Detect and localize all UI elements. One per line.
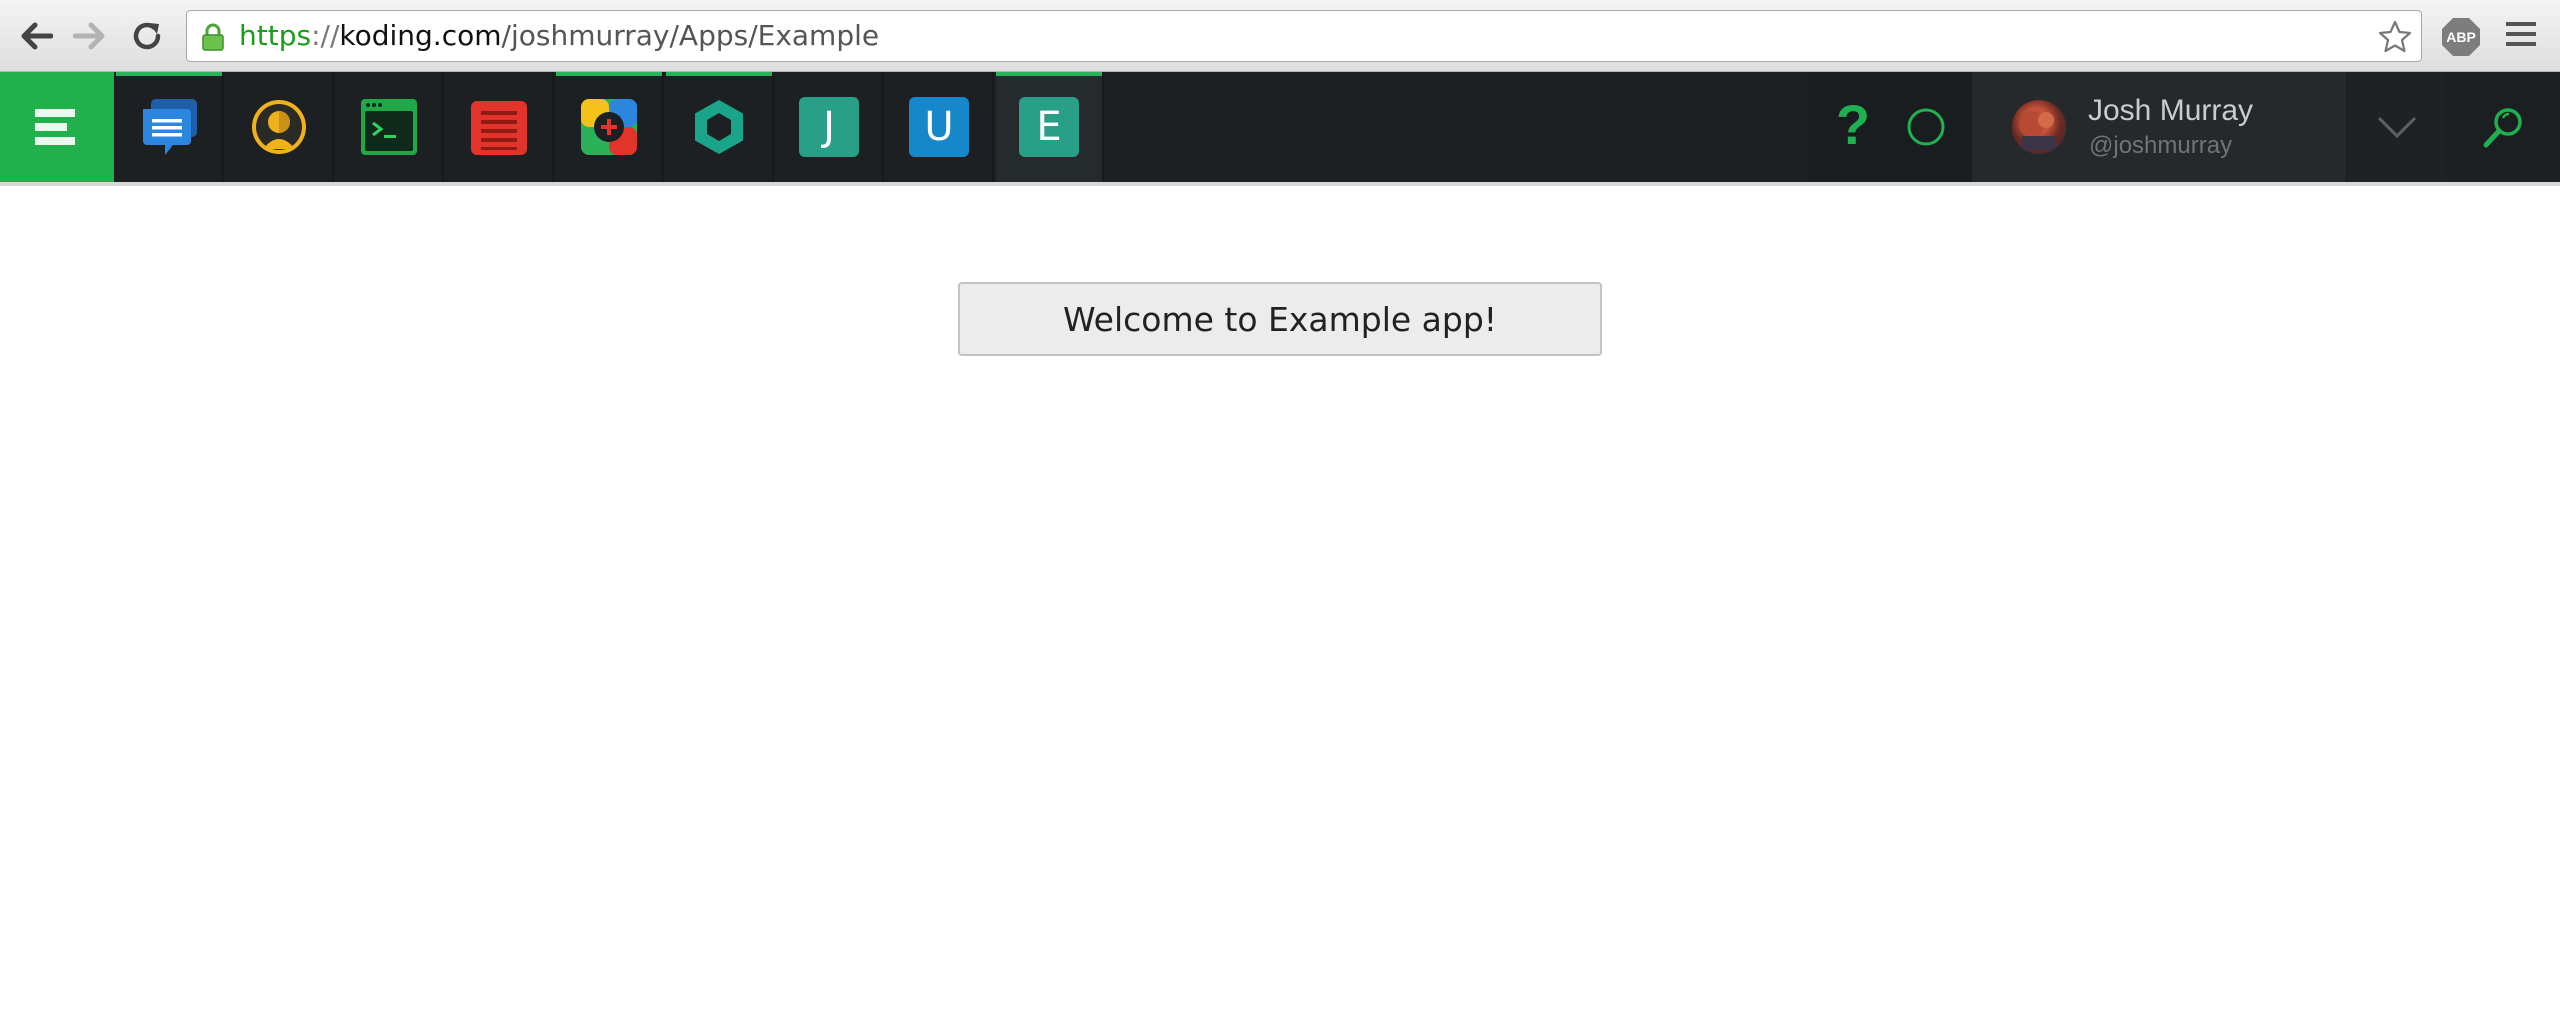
main-menu-button[interactable] <box>0 72 114 182</box>
url-text: https://koding.com/joshmurray/Apps/Examp… <box>239 11 879 61</box>
adblock-label: ABP <box>2446 29 2476 45</box>
hamburger-icon <box>35 109 75 145</box>
browser-toolbar: https://koding.com/joshmurray/Apps/Examp… <box>0 0 2560 72</box>
forward-arrow-icon <box>73 22 105 50</box>
app-apps[interactable] <box>556 72 664 182</box>
user-handle: @joshmurray <box>2089 132 2233 159</box>
u-app-letter: U <box>924 104 954 150</box>
member-head-icon <box>252 100 306 154</box>
app-hexagon[interactable] <box>666 72 774 182</box>
status-circle-icon[interactable] <box>1906 107 1946 147</box>
avatar-image <box>2019 111 2056 150</box>
avatar <box>2012 100 2066 154</box>
koding-app-bar: J U E ? Josh Murray @joshmurray <box>0 72 2560 182</box>
welcome-button[interactable]: Welcome to Example app! <box>958 282 1602 356</box>
reload-icon <box>133 22 161 50</box>
url-path: /joshmurray/Apps/Example <box>501 19 880 52</box>
chat-bubbles-icon <box>143 99 197 155</box>
bookmark-star-icon[interactable] <box>2377 19 2413 55</box>
browser-menu-icon[interactable] <box>2505 20 2537 48</box>
app-j[interactable]: J <box>776 72 884 182</box>
hexagon-icon <box>695 100 743 154</box>
app-activity[interactable] <box>116 72 224 182</box>
help-button[interactable]: ? <box>1830 90 1876 160</box>
reload-button[interactable] <box>127 16 167 56</box>
j-app-tile: J <box>799 97 859 157</box>
url-separator: :// <box>311 19 340 52</box>
u-app-tile: U <box>909 97 969 157</box>
j-app-letter: J <box>823 104 835 150</box>
app-editor[interactable] <box>446 72 554 182</box>
app-e[interactable]: E <box>996 72 1104 182</box>
adblock-icon[interactable]: ABP <box>2441 17 2481 57</box>
app-terminal[interactable] <box>336 72 444 182</box>
user-profile[interactable]: Josh Murray @joshmurray <box>1972 72 2346 182</box>
apps-plus-icon <box>581 99 637 155</box>
help-question-icon: ? <box>1835 93 1871 156</box>
e-app-tile: E <box>1019 97 1079 157</box>
back-arrow-icon <box>21 22 53 50</box>
app-bar-divider <box>0 182 2560 186</box>
url-scheme: https <box>239 19 312 52</box>
back-button[interactable] <box>16 16 56 56</box>
app-u[interactable]: U <box>886 72 994 182</box>
address-bar[interactable]: https://koding.com/joshmurray/Apps/Examp… <box>186 10 2422 62</box>
e-app-letter: E <box>1036 104 1062 150</box>
forward-button[interactable] <box>70 16 110 56</box>
terminal-icon <box>361 99 417 155</box>
url-host: koding.com <box>339 19 502 52</box>
welcome-text: Welcome to Example app! <box>1062 299 1498 339</box>
lock-icon <box>202 23 224 51</box>
chevron-down-icon <box>2377 116 2417 139</box>
account-dropdown-button[interactable] <box>2348 72 2446 182</box>
search-icon <box>2483 108 2522 148</box>
app-members[interactable] <box>226 72 334 182</box>
notepad-icon <box>471 101 527 155</box>
user-name: Josh Murray <box>2088 94 2254 127</box>
search-button[interactable] <box>2448 72 2560 182</box>
